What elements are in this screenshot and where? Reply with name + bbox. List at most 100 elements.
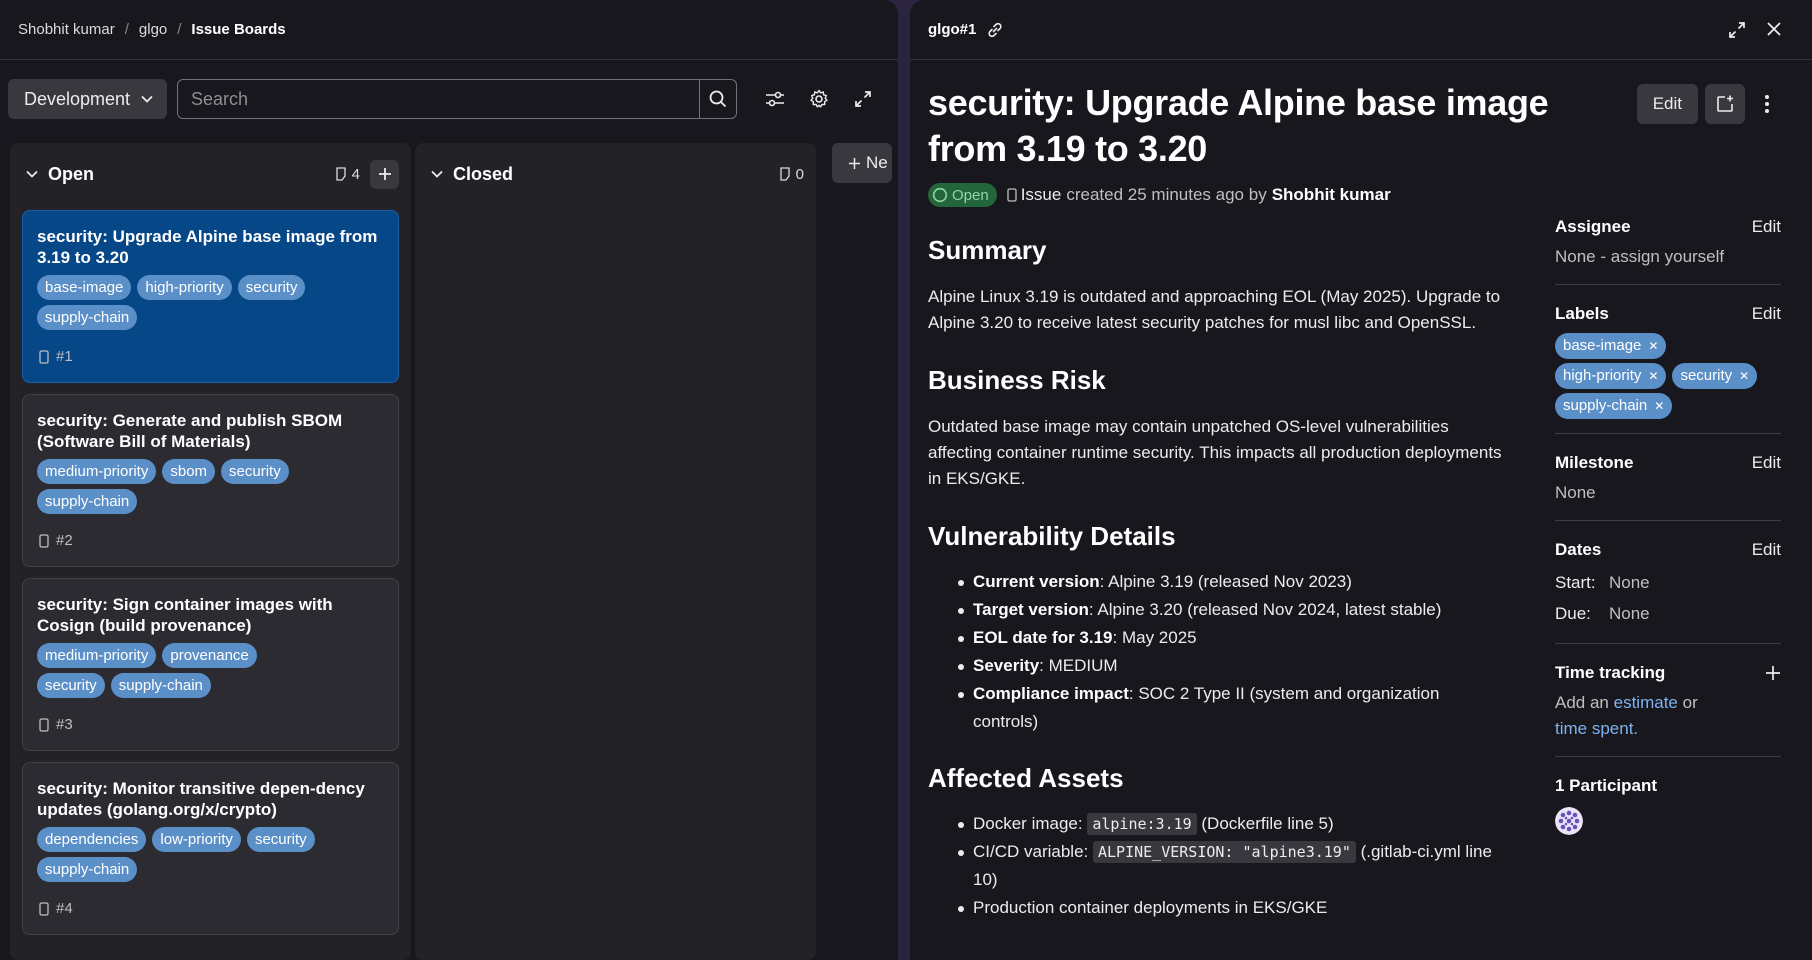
gear-icon xyxy=(809,89,829,109)
summary-heading: Summary xyxy=(928,235,1047,265)
breadcrumb-project[interactable]: glgo xyxy=(139,21,167,38)
milestone-edit-button[interactable]: Edit xyxy=(1752,453,1781,473)
issue-count: 0 xyxy=(779,166,804,183)
edit-issue-button[interactable]: Edit xyxy=(1636,84,1698,124)
label-pill[interactable]: security xyxy=(37,673,105,698)
issue-reference[interactable]: glgo#1 xyxy=(928,21,976,38)
issue-type-icon xyxy=(39,349,49,364)
list-item: Target version: Alpine 3.20 (released No… xyxy=(928,596,1508,624)
label-pill[interactable]: medium-priority xyxy=(37,643,157,668)
label-pill[interactable]: base-image ✕ xyxy=(1555,333,1667,359)
status-badge: Open xyxy=(928,183,997,207)
remove-label-icon[interactable]: ✕ xyxy=(1654,393,1664,419)
milestone-value: None xyxy=(1555,483,1596,502)
label-pill[interactable]: sbom xyxy=(162,459,216,484)
label-pill[interactable]: supply-chain xyxy=(110,673,211,698)
time-tracking-text: Add an estimate or time spent. xyxy=(1555,693,1698,738)
issue-number: #3 xyxy=(56,716,73,733)
chevron-down-icon[interactable] xyxy=(431,170,443,178)
label-pill[interactable]: medium-priority xyxy=(37,459,157,484)
board-settings-button[interactable] xyxy=(797,79,841,119)
board-selector-label: Development xyxy=(24,88,131,109)
breadcrumb-user[interactable]: Shobhit kumar xyxy=(18,21,115,38)
label-pill[interactable]: supply-chain xyxy=(37,305,138,330)
avatar[interactable] xyxy=(1555,807,1583,835)
issue-card-labels: medium-priority sbom security supply-cha… xyxy=(37,459,327,514)
issue-card-title[interactable]: security: Upgrade Alpine base image from… xyxy=(37,226,384,268)
expand-icon[interactable] xyxy=(1728,21,1746,39)
issue-card-title[interactable]: security: Sign container images with Cos… xyxy=(37,594,384,636)
close-icon[interactable] xyxy=(1766,21,1782,39)
issue-card-title[interactable]: security: Generate and publish SBOM (Sof… xyxy=(37,410,384,452)
label-pill[interactable]: base-image xyxy=(37,275,132,300)
more-actions-button[interactable] xyxy=(1752,84,1782,124)
label-pill[interactable]: high-priority ✕ xyxy=(1555,363,1667,389)
issue-type-icon xyxy=(39,533,49,548)
issue-card-ref: #2 xyxy=(39,532,73,549)
issue-card[interactable]: security: Upgrade Alpine base image from… xyxy=(22,210,399,383)
dates-edit-button[interactable]: Edit xyxy=(1752,540,1781,560)
copy-link-icon[interactable] xyxy=(986,21,1004,39)
issue-card[interactable]: security: Generate and publish SBOM (Sof… xyxy=(22,394,399,567)
list-item: Docker image: alpine:3.19 (Dockerfile li… xyxy=(928,810,1508,838)
search-button[interactable] xyxy=(699,80,736,118)
summary-text: Alpine Linux 3.19 is outdated and approa… xyxy=(928,287,1501,332)
labels-title: Labels xyxy=(1555,304,1609,323)
time-tracking-title: Time tracking xyxy=(1555,663,1666,682)
label-pill[interactable]: security xyxy=(221,459,289,484)
issue-description: Summary Alpine Linux 3.19 is outdated an… xyxy=(928,228,1508,942)
search-input[interactable] xyxy=(178,80,699,118)
view-options-button[interactable] xyxy=(753,79,797,119)
milestone-section: Milestone Edit None xyxy=(1555,450,1781,521)
plus-icon[interactable] xyxy=(1765,665,1781,681)
list-item: EOL date for 3.19: May 2025 xyxy=(928,624,1508,652)
label-pill[interactable]: supply-chain ✕ xyxy=(1555,393,1673,419)
assignee-value[interactable]: None - assign yourself xyxy=(1555,244,1781,270)
drawer-header: glgo#1 xyxy=(910,0,1812,60)
labels-edit-button[interactable]: Edit xyxy=(1752,304,1781,324)
issue-card-ref: #3 xyxy=(39,716,73,733)
assignee-edit-button[interactable]: Edit xyxy=(1752,217,1781,237)
label-pill[interactable]: dependencies xyxy=(37,827,147,852)
chevron-down-icon[interactable] xyxy=(26,170,38,178)
issue-card[interactable]: security: Sign container images with Cos… xyxy=(22,578,399,751)
list-header[interactable]: Open 4 xyxy=(10,143,411,205)
vulnerability-heading: Vulnerability Details xyxy=(928,521,1176,551)
label-pill[interactable]: security xyxy=(246,827,315,852)
remove-label-icon[interactable]: ✕ xyxy=(1648,333,1658,359)
label-pill[interactable]: provenance xyxy=(162,643,257,668)
label-pill[interactable]: supply-chain xyxy=(37,489,138,514)
filter-sliders-icon xyxy=(765,91,785,107)
new-issue-button[interactable] xyxy=(370,159,399,189)
issue-board: Shobhit kumar / glgo / Issue Boards Deve… xyxy=(0,0,898,960)
breadcrumb-separator: / xyxy=(177,21,182,38)
author-link[interactable]: Shobhit kumar xyxy=(1272,185,1391,205)
new-list-label: Ne xyxy=(866,153,888,172)
issue-card-ref: #1 xyxy=(39,348,73,365)
label-pill[interactable]: high-priority xyxy=(137,275,232,300)
issue-card[interactable]: security: Monitor transitive depen-dency… xyxy=(22,762,399,935)
label-pill[interactable]: supply-chain xyxy=(37,857,138,882)
issue-card-title[interactable]: security: Monitor transitive depen-dency… xyxy=(37,778,384,820)
vulnerability-list: Current version: Alpine 3.19 (released N… xyxy=(928,568,1508,736)
remove-label-icon[interactable]: ✕ xyxy=(1648,363,1658,389)
estimate-link[interactable]: estimate xyxy=(1614,693,1678,712)
status-open-icon xyxy=(932,187,948,203)
fullscreen-button[interactable] xyxy=(841,79,885,119)
board-list-closed: Closed 0 xyxy=(415,143,816,960)
issue-count: 4 xyxy=(335,166,360,183)
issue-card-labels: medium-priority provenance security supp… xyxy=(37,643,327,698)
breadcrumb-current[interactable]: Issue Boards xyxy=(191,21,285,38)
list-header[interactable]: Closed 0 xyxy=(415,143,816,205)
remove-label-icon[interactable]: ✕ xyxy=(1739,363,1749,389)
new-list-button[interactable]: Ne xyxy=(832,143,892,183)
new-related-issue-button[interactable] xyxy=(1705,84,1745,124)
issue-count-value: 0 xyxy=(795,165,804,183)
label-pill[interactable]: security ✕ xyxy=(1672,363,1758,389)
issues-icon xyxy=(779,167,791,181)
search-box xyxy=(177,79,737,119)
time-spent-link[interactable]: time spent. xyxy=(1555,719,1638,738)
board-selector[interactable]: Development xyxy=(8,79,167,119)
label-pill[interactable]: security xyxy=(237,275,306,300)
label-pill[interactable]: low-priority xyxy=(152,827,241,852)
